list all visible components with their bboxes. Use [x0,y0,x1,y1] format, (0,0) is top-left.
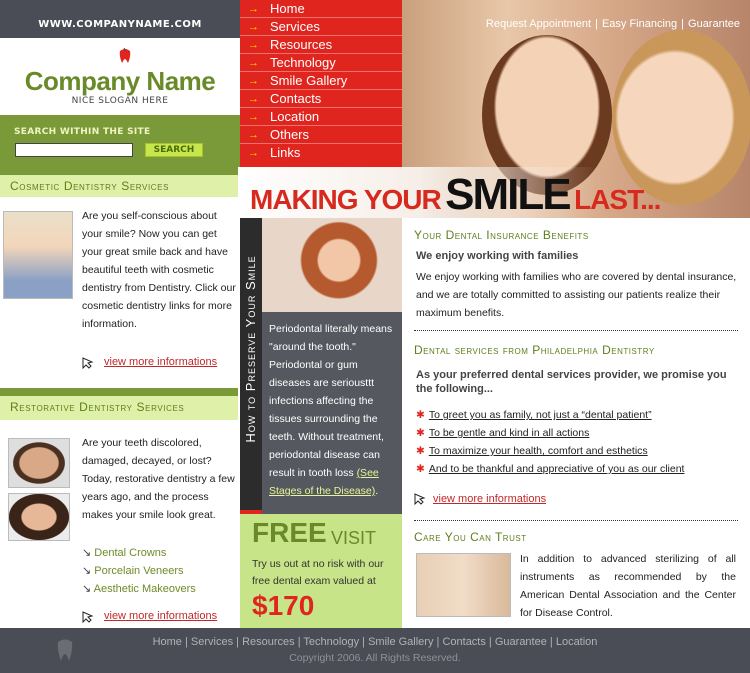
preserve-vertical-title: How to Preserve Your Smile [243,255,258,443]
divider [414,520,738,521]
footer [0,628,750,673]
nav-item-home[interactable]: → Home [240,0,402,18]
restorative-text: Are your teeth discolored, damaged, deca… [82,437,235,521]
insurance-heading: Your Dental Insurance Benefits [414,228,589,242]
care-text: In addition to advanced sterilizing of a… [520,553,736,619]
list-item[interactable]: ↘ Aesthetic Makeovers [82,580,196,598]
nav-item-smile-gallery[interactable]: → Smile Gallery [240,72,402,90]
free-title: FREE [252,517,327,548]
pointer-icon [82,611,94,623]
star-icon: ✱ [416,427,425,439]
nav-item-links[interactable]: → Links [240,144,402,162]
arrow-right-icon: → [248,129,259,141]
arrow-right-icon: → [248,75,259,87]
arrow-icon: ↘ [82,583,94,595]
preserve-text: Periodontal literally means "around the … [269,323,393,497]
footer-link-location[interactable]: Location [556,636,598,648]
free-visit-text: Try us out at no risk with our free dent… [252,558,384,587]
cosmetic-heading: Cosmetic Dentistry Services [0,167,238,197]
tagline: MAKING YOUR SMILE LAST... [250,170,661,219]
company-name: Company Name [24,66,216,96]
arrow-icon: ↘ [82,565,95,577]
woman-photo [8,493,70,541]
visit-title: VISIT [331,528,377,548]
nav-item-location[interactable]: → Location [240,108,402,126]
arrow-right-icon: → [248,111,259,123]
star-icon: ✱ [416,445,425,457]
cosmetic-text: Are you self-conscious about your smile?… [82,210,236,330]
list-item[interactable]: ↘ Dental Crowns [82,544,196,562]
search-title: SEARCH WITHIN THE SITE [14,127,151,137]
list-item[interactable]: ✱ To greet you as family, not just a “den… [416,408,652,422]
nav-item-resources[interactable]: → Resources [240,36,402,54]
site-url: WWW.COMPANYNAME.COM [0,0,240,38]
restorative-list: ↘ Dental Crowns ↘ Porcelain Veneers ↘ Ae… [82,544,196,598]
arrow-right-icon: → [248,147,259,159]
girl-photo [3,211,73,299]
footer-link-guarantee[interactable]: Guarantee [495,636,547,648]
arrow-icon: ↘ [82,547,95,559]
footer-link-home[interactable]: Home [153,636,182,648]
footer-link-resources[interactable]: Resources [242,636,295,648]
arrow-right-icon: → [248,39,259,51]
tooth-logo-icon [119,48,131,63]
footer-link-services[interactable]: Services [191,636,233,648]
top-link-appointment[interactable]: Request Appointment [486,18,591,30]
footer-link-contacts[interactable]: Contacts [442,636,485,648]
logo[interactable]: Company Name NICE SLOGAN HERE [0,38,240,115]
footer-link-smile-gallery[interactable]: Smile Gallery [368,636,433,648]
arrow-right-icon: → [248,21,259,33]
cosmetic-more-link[interactable]: view more informations [104,356,217,368]
top-link-guarantee[interactable]: Guarantee [688,18,740,30]
divider [414,330,738,331]
nav-item-services[interactable]: → Services [240,18,402,36]
search-panel: SEARCH WITHIN THE SITE SEARCH [0,115,240,167]
search-button[interactable]: SEARCH [145,143,203,157]
care-heading: Care You Can Trust [414,530,527,544]
two-women-photo [416,553,511,617]
pointer-icon [82,357,94,369]
main-nav: → Home → Services → Resources → Technology →… [240,0,402,167]
footer-nav: Home | Services | Resources | Technology… [152,636,598,648]
nav-item-technology[interactable]: → Technology [240,54,402,72]
pointer-icon [414,493,426,505]
top-links: Request Appointment | Easy Financing | Guara… [485,18,740,30]
insurance-text: We enjoy working with families who are c… [416,271,737,319]
smiling-woman-photo [262,218,402,312]
nav-item-contacts[interactable]: → Contacts [240,90,402,108]
star-icon: ✱ [416,409,425,421]
free-visit-price: $170 [252,590,315,621]
arrow-right-icon: → [248,93,259,105]
restorative-more-link[interactable]: view more informations [104,610,217,622]
copyright: Copyright 2006. All Rights Reserved. [289,652,461,664]
list-item[interactable]: ✱ To maximize your health, comfort and es… [416,444,648,458]
restorative-heading: Restorative Dentistry Services [0,388,238,420]
nav-item-others[interactable]: → Others [240,126,402,144]
services-more-link[interactable]: view more informations [433,493,546,505]
top-link-financing[interactable]: Easy Financing [602,18,677,30]
list-item[interactable]: ↘ Porcelain Veneers [82,562,196,580]
arrow-right-icon: → [248,3,259,15]
services-heading: Dental services from Philadelphia Dentis… [414,343,655,357]
list-item[interactable]: ✱ And to be thankful and appreciative of … [416,462,684,476]
man-photo [8,438,70,488]
insurance-subheading: We enjoy working with families [416,250,579,262]
star-icon: ✱ [416,463,425,475]
footer-link-technology[interactable]: Technology [303,636,359,648]
slogan: NICE SLOGAN HERE [71,96,169,106]
arrow-right-icon: → [248,57,259,69]
list-item[interactable]: ✱ To be gentle and kind in all actions [416,426,589,440]
services-subheading: As your preferred dental services provid… [416,369,727,395]
search-input[interactable] [15,143,133,157]
